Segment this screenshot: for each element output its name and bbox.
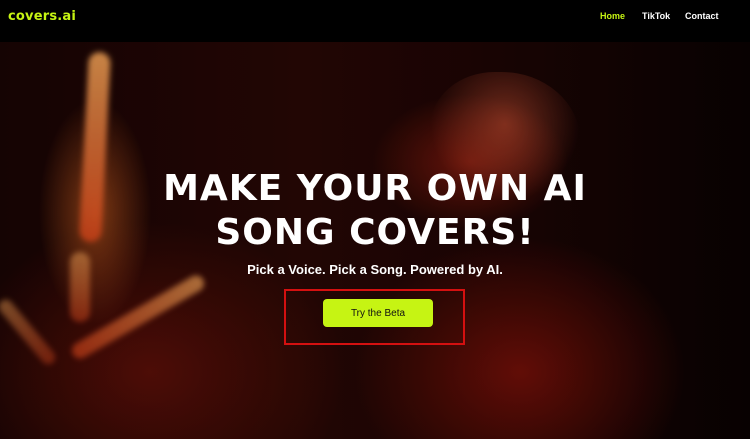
nav-link-contact[interactable]: Contact [685,11,719,21]
hero-subheadline: Pick a Voice. Pick a Song. Powered by AI… [247,262,503,277]
top-navbar: covers.ai Home TikTok Contact [0,0,750,42]
nav-link-home[interactable]: Home [600,11,625,21]
try-beta-button[interactable]: Try the Beta [323,299,433,327]
site-logo[interactable]: covers.ai [8,9,76,24]
hero-section: MAKE YOUR OWN AI SONG COVERS! Pick a Voi… [0,42,750,439]
headline-line-1: MAKE YOUR OWN AI [163,168,587,209]
hero-headline: MAKE YOUR OWN AI SONG COVERS! [0,167,750,255]
headline-line-2: SONG COVERS! [215,212,535,253]
nav-link-tiktok[interactable]: TikTok [642,11,670,21]
